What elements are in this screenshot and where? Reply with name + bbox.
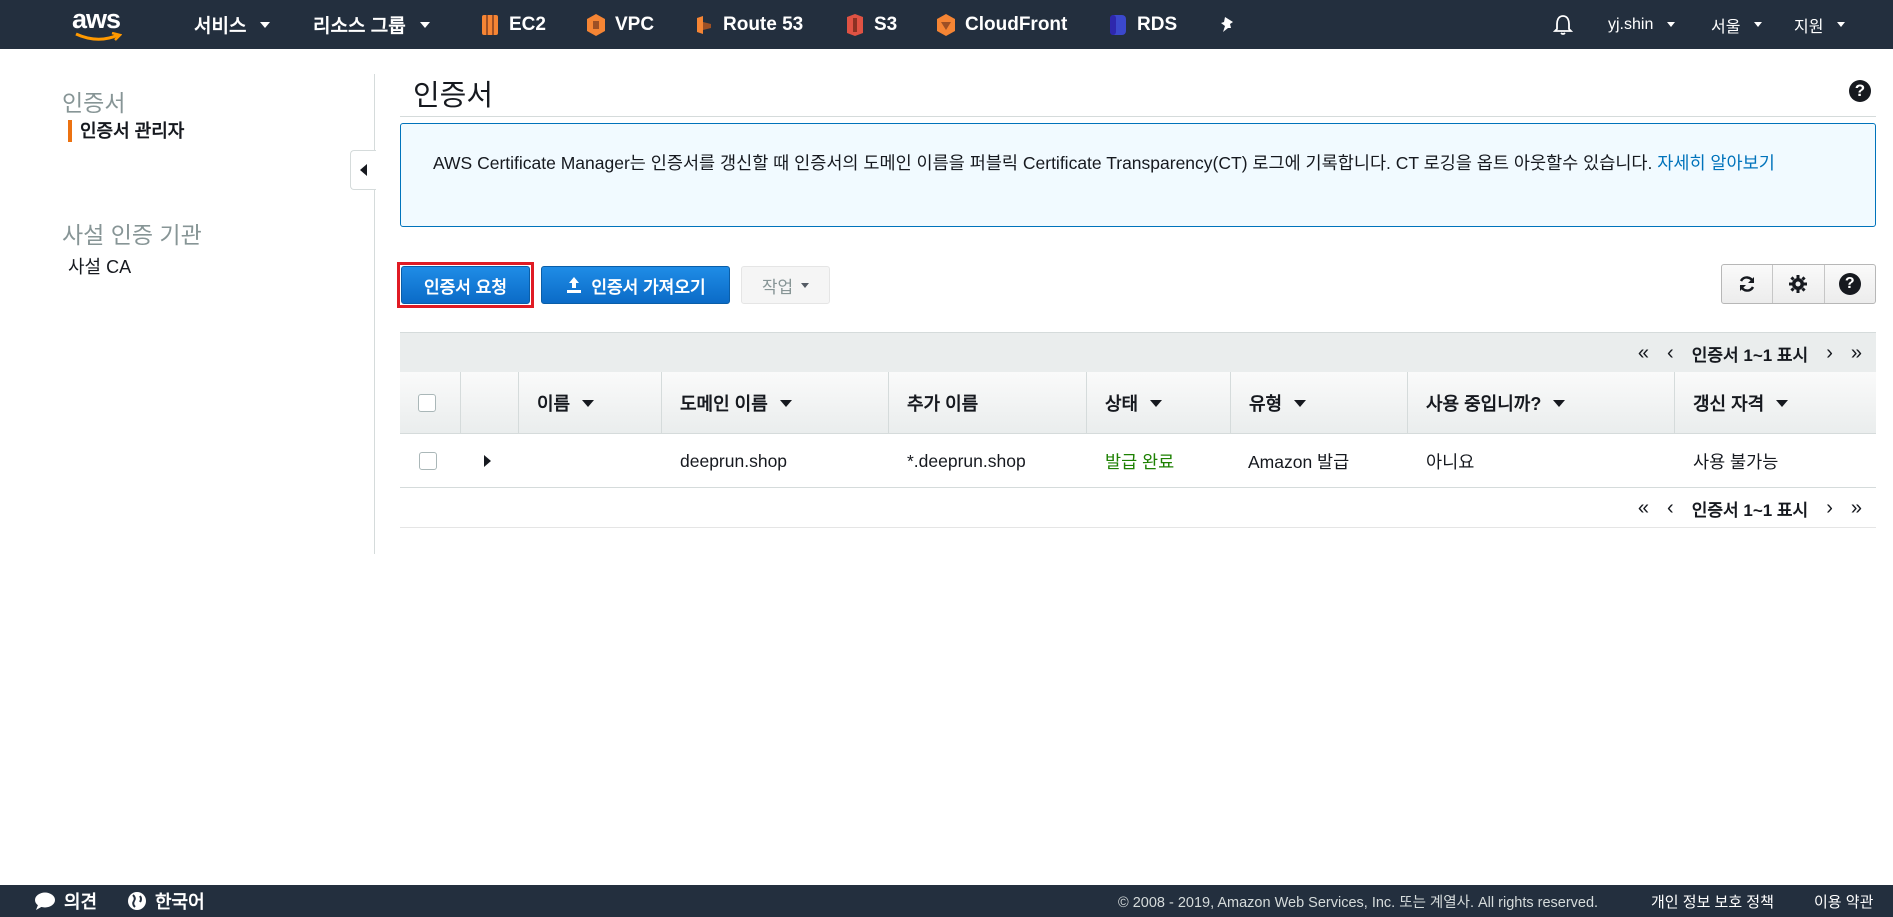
privacy-policy-link[interactable]: 개인 정보 보호 정책 [1651, 885, 1774, 917]
resource-groups-menu[interactable]: 리소스 그룹 [313, 0, 430, 49]
language-selector[interactable]: 한국어 [127, 885, 205, 917]
cell-additional-names: *.deeprun.shop [907, 450, 1026, 471]
help-button[interactable]: ? [1825, 265, 1875, 303]
sidebar-section-certificates: 인증서 [62, 90, 126, 116]
sort-icon [582, 399, 595, 407]
upload-icon [567, 277, 582, 293]
cell-domain: deeprun.shop [680, 450, 788, 471]
pager-text: 인증서 1~1 표시 [1691, 345, 1809, 365]
row-select-cell [419, 434, 437, 488]
copyright-text: © 2008 - 2019, Amazon Web Services, Inc.… [1118, 894, 1599, 911]
caret-right-icon [484, 455, 491, 467]
speech-bubble-icon [35, 892, 55, 910]
refresh-icon [1739, 276, 1755, 292]
sort-icon [1294, 399, 1307, 407]
gear-icon [1789, 275, 1808, 293]
vpc-icon [587, 13, 605, 36]
sidebar-divider [374, 74, 375, 554]
cell-renewal: 사용 불가능 [1693, 451, 1779, 472]
rds-icon [1110, 14, 1126, 35]
next-page-icon[interactable]: › [1826, 342, 1833, 365]
chevron-down-icon [419, 21, 430, 28]
prev-page-icon[interactable]: ‹ [1667, 497, 1674, 520]
pager-text: 인증서 1~1 표시 [1691, 500, 1809, 520]
chevron-down-icon [260, 21, 271, 28]
table-header: 이름 도메인 이름 추가 이름 상태 유형 사용 중입니까? 갱신 자격 [400, 372, 1876, 434]
region-menu[interactable]: 서울 [1711, 0, 1763, 49]
sidebar-item-certificate-manager[interactable]: 인증서 관리자 [68, 120, 184, 142]
info-banner: AWS Certificate Manager는 인증서를 갱신할 때 인증서의… [400, 123, 1876, 227]
chevron-left-icon [360, 164, 367, 176]
feedback-link[interactable]: 의견 [34, 885, 97, 917]
sidebar-collapse-button[interactable] [350, 150, 376, 190]
settings-button[interactable] [1773, 265, 1825, 303]
cloudfront-icon [937, 13, 955, 36]
sort-icon [1150, 399, 1163, 407]
column-header-type[interactable]: 유형 [1230, 372, 1407, 434]
learn-more-link[interactable]: 자세히 알아보기 [1657, 153, 1775, 173]
sort-icon [1553, 399, 1566, 407]
import-certificate-button[interactable]: 인증서 가져오기 [541, 266, 730, 304]
page-title: 인증서 [413, 80, 494, 112]
title-divider [400, 116, 1876, 117]
shortcut-ec2[interactable]: EC2 [479, 0, 546, 49]
request-certificate-button[interactable]: 인증서 요청 [401, 266, 530, 304]
terms-link[interactable]: 이용 약관 [1814, 885, 1873, 917]
table-tools: ? [1721, 264, 1876, 304]
first-page-icon[interactable]: « [1638, 342, 1649, 365]
table-pager-bottom: « ‹ 인증서 1~1 표시 › » [400, 488, 1876, 528]
info-text: AWS Certificate Manager는 인증서를 갱신할 때 인증서의… [433, 153, 1658, 173]
chevron-down-icon [1667, 22, 1676, 27]
last-page-icon[interactable]: » [1851, 342, 1862, 365]
pin-icon[interactable] [1219, 0, 1235, 49]
shortcut-rds[interactable]: RDS [1107, 0, 1177, 49]
last-page-icon[interactable]: » [1851, 497, 1862, 520]
shortcut-route53[interactable]: Route 53 [693, 0, 803, 49]
shortcut-s3[interactable]: S3 [844, 0, 897, 49]
cell-status: 발급 완료 [1105, 451, 1175, 472]
sidebar-section-private-ca: 사설 인증 기관 [62, 222, 202, 248]
row-expand-toggle[interactable] [484, 434, 491, 488]
prev-page-icon[interactable]: ‹ [1667, 342, 1674, 365]
chevron-down-icon [1754, 22, 1763, 27]
column-header-renewal[interactable]: 갱신 자격 [1674, 372, 1876, 434]
select-all-checkbox[interactable] [418, 394, 436, 412]
column-header-status[interactable]: 상태 [1086, 372, 1230, 434]
chevron-down-icon [801, 282, 810, 288]
sidebar-item-private-ca[interactable]: 사설 CA [68, 253, 131, 279]
aws-logo[interactable]: aws [72, 6, 128, 42]
sort-icon [1776, 399, 1789, 407]
column-header-domain[interactable]: 도메인 이름 [661, 372, 888, 434]
services-menu[interactable]: 서비스 [194, 0, 271, 49]
row-checkbox[interactable] [419, 452, 437, 470]
ec2-icon [482, 14, 498, 35]
footer: 의견 한국어 © 2008 - 2019, Amazon Web Service… [0, 885, 1893, 917]
shortcut-cloudfront[interactable]: CloudFront [935, 0, 1067, 49]
column-header-name[interactable]: 이름 [518, 372, 661, 434]
table-row[interactable]: deeprun.shop *.deeprun.shop 발급 완료 Amazon… [400, 434, 1876, 488]
bell-icon[interactable] [1553, 0, 1573, 49]
column-header-additional-names[interactable]: 추가 이름 [888, 372, 1086, 434]
first-page-icon[interactable]: « [1638, 497, 1649, 520]
column-header-in-use[interactable]: 사용 중입니까? [1407, 372, 1674, 434]
refresh-button[interactable] [1722, 265, 1774, 303]
user-menu[interactable]: yj.shin [1608, 0, 1676, 49]
chevron-down-icon [1837, 22, 1846, 27]
actions-dropdown[interactable]: 작업 [741, 266, 830, 304]
s3-icon [847, 13, 863, 36]
shortcut-vpc[interactable]: VPC [585, 0, 654, 49]
table-pager-top: « ‹ 인증서 1~1 표시 › » [400, 332, 1876, 372]
support-menu[interactable]: 지원 [1794, 0, 1846, 49]
globe-icon [128, 892, 146, 910]
help-icon[interactable]: ? [1849, 80, 1871, 102]
top-nav: aws 서비스 리소스 그룹 EC2 VPC Route 53 S3 Cloud… [0, 0, 1893, 49]
cell-type: Amazon 발급 [1248, 451, 1350, 472]
route53-icon [697, 15, 711, 34]
select-all-cell [400, 372, 460, 434]
cell-in-use: 아니요 [1426, 451, 1475, 472]
help-icon: ? [1838, 273, 1861, 295]
expand-column [460, 372, 518, 434]
next-page-icon[interactable]: › [1826, 497, 1833, 520]
sort-icon [779, 399, 792, 407]
